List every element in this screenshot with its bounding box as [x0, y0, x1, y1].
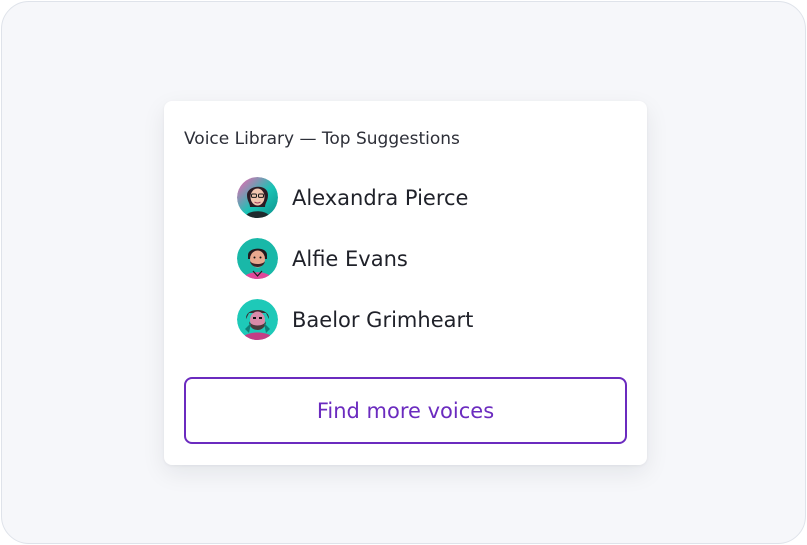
- voice-item-alfie-evans[interactable]: Alfie Evans: [237, 238, 473, 279]
- alfie-evans-avatar-icon: [237, 238, 278, 279]
- voice-item-alexandra-pierce[interactable]: Alexandra Pierce: [237, 177, 473, 218]
- card-title: Voice Library — Top Suggestions: [184, 129, 460, 149]
- voice-name: Baelor Grimheart: [292, 307, 474, 332]
- voice-item-baelor-grimheart[interactable]: Baelor Grimheart: [237, 299, 473, 340]
- voice-library-card: Voice Library — Top Suggestions Alexandr…: [164, 101, 647, 465]
- alexandra-pierce-avatar-icon: [237, 177, 278, 218]
- baelor-grimheart-avatar-icon: [237, 299, 278, 340]
- voice-name: Alfie Evans: [292, 246, 408, 271]
- voice-name: Alexandra Pierce: [292, 185, 469, 210]
- find-more-voices-button[interactable]: Find more voices: [184, 377, 627, 444]
- voice-list: Alexandra Pierce Alfie Evans Baelor Grim…: [237, 177, 473, 360]
- outer-frame: Voice Library — Top Suggestions Alexandr…: [1, 1, 806, 544]
